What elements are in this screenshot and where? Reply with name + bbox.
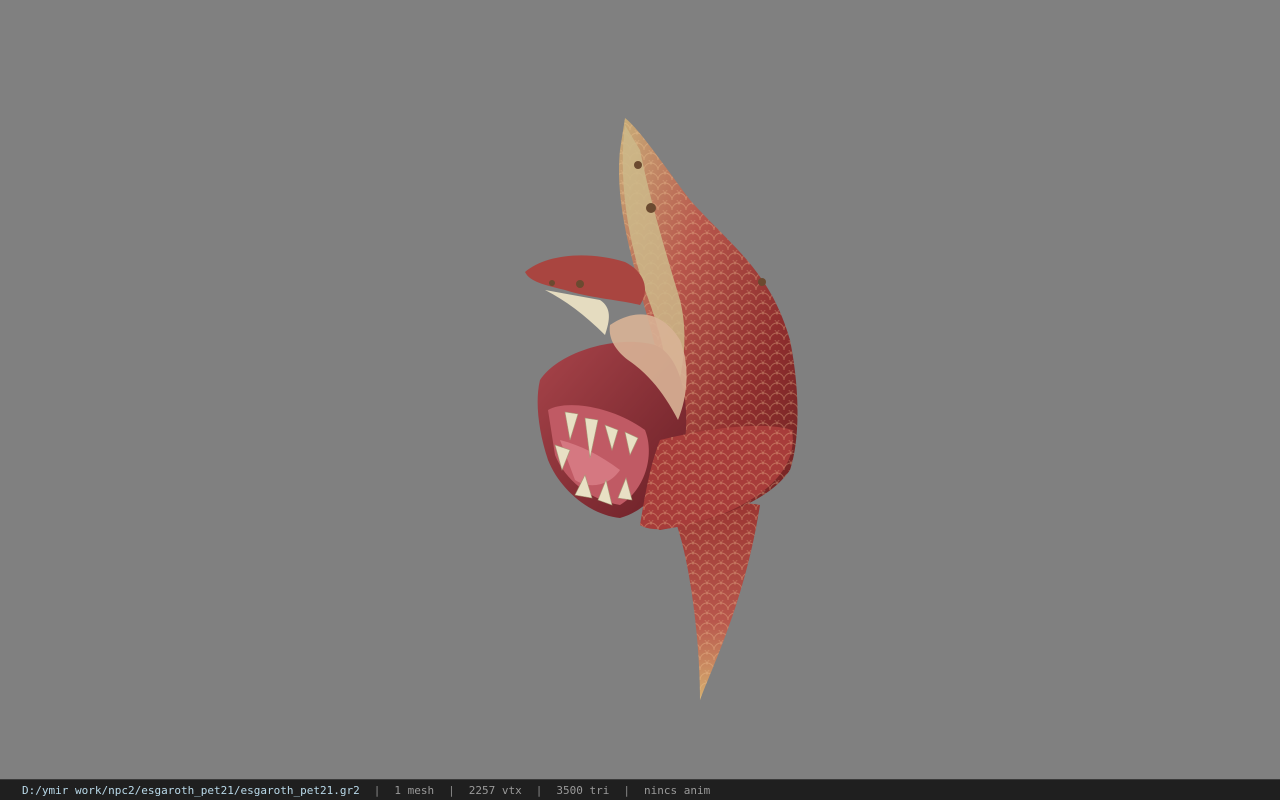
separator: | [448, 783, 455, 797]
status-bar: D:/ymir work/npc2/esgaroth_pet21/esgarot… [0, 779, 1280, 800]
separator: | [535, 783, 543, 797]
file-path: D:/ymir work/npc2/esgaroth_pet21/esgarot… [22, 783, 360, 797]
mesh-count: 1 mesh [394, 783, 435, 797]
separator: | [623, 783, 630, 797]
separator: | [373, 783, 381, 797]
3d-viewport[interactable] [0, 0, 1280, 779]
animation-status: nincs anim [643, 783, 711, 797]
vertex-count: 2257 vtx [468, 783, 522, 797]
creature-model[interactable] [0, 0, 1280, 779]
triangle-count: 3500 tri [556, 783, 610, 797]
